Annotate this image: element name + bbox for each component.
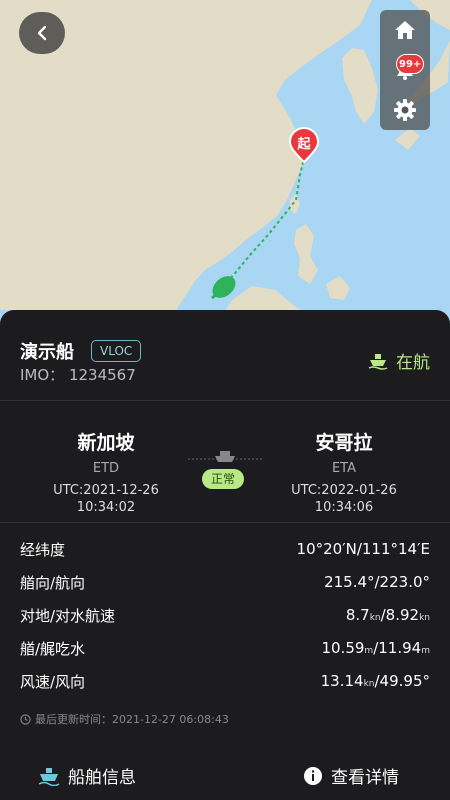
detail-row-speed: 对地/对水航速 8.7kn/8.92kn: [20, 601, 430, 629]
status-text: 在航: [396, 353, 430, 373]
detail-row-position: 经纬度 10°20′N/111°14′E: [20, 535, 430, 563]
ship-icon: [38, 767, 60, 786]
departure-code: ETD: [92, 461, 120, 476]
ship-info-button[interactable]: 船舶信息: [38, 763, 136, 788]
route-ship-icon: [215, 451, 235, 462]
wind-speed: 13.14: [320, 672, 364, 690]
clock-icon: [20, 713, 31, 725]
ship-panel: 演示船 VLOC IMO： 1234567 在航 新加坡 ETD UTC:202…: [0, 310, 450, 800]
gear-icon: [394, 99, 416, 121]
notification-badge: 99+: [396, 54, 425, 74]
detail-value: 10°20′N/111°14′E: [296, 540, 430, 558]
departure-clock: 10:34:02: [76, 500, 136, 515]
home-button[interactable]: [380, 10, 430, 50]
divider: [0, 522, 450, 523]
ship-name: 演示船: [20, 342, 74, 363]
speed-over-ground: 8.7: [345, 606, 370, 624]
detail-label: 对地/对水航速: [20, 606, 116, 625]
divider: [0, 400, 450, 401]
unit-label: kn: [419, 613, 430, 623]
detail-value: 10.59m/11.94m: [321, 639, 430, 657]
last-updated: 最后更新时间：2021-12-27 06:08:43: [20, 711, 229, 727]
detail-row-wind: 风速/风向 13.14kn/49.95°: [20, 667, 430, 695]
unit-label: kn: [363, 679, 375, 689]
unit-label: kn: [369, 613, 381, 623]
last-updated-text: 最后更新时间：2021-12-27 06:08:43: [35, 713, 229, 726]
detail-value: 215.4°/223.0°: [324, 573, 430, 591]
unit-label: m: [421, 646, 430, 656]
arrival-port-name: 安哥拉: [315, 432, 373, 454]
detail-label: 经纬度: [20, 540, 66, 559]
view-details-label: 查看详情: [331, 768, 399, 788]
departure-time: UTC:2021-12-26 10:34:02: [16, 482, 196, 516]
view-details-button[interactable]: 查看详情: [303, 763, 399, 788]
ship-info-label: 船舶信息: [68, 768, 136, 788]
arrival-time: UTC:2022-01-26 10:34:06: [254, 482, 434, 516]
stern-draft: 11.94: [378, 639, 422, 657]
detail-label: 风速/风向: [20, 672, 86, 691]
detail-value: 8.7kn/8.92kn: [346, 606, 430, 624]
detail-label: 艏向/航向: [20, 573, 86, 592]
start-marker-label: 起: [296, 136, 311, 152]
detail-label: 艏/艉吃水: [20, 639, 86, 658]
imo-number: IMO： 1234567: [20, 366, 136, 384]
arrival-date: UTC:2022-01-26: [291, 483, 397, 498]
bow-draft: 10.59: [321, 639, 365, 657]
speed-through-water: 8.92: [385, 606, 420, 624]
arrival-code: ETA: [331, 461, 357, 476]
info-icon: [304, 766, 322, 785]
ship-icon: [368, 353, 388, 370]
ship-type-tag: VLOC: [91, 340, 142, 362]
departure-port: 新加坡 ETD UTC:2021-12-26 10:34:02: [16, 428, 196, 516]
voyage-state-badge: 正常: [202, 469, 244, 489]
arrival-clock: 10:34:06: [314, 500, 374, 515]
unit-label: m: [364, 646, 374, 656]
settings-button[interactable]: [380, 90, 430, 130]
wind-direction: 49.95°: [379, 672, 430, 690]
arrival-port: 安哥拉 ETA UTC:2022-01-26 10:34:06: [254, 428, 434, 516]
back-button[interactable]: [19, 12, 65, 54]
navigation-status: 在航: [368, 348, 430, 373]
detail-value: 13.14kn/49.95°: [321, 672, 430, 690]
back-icon: [37, 25, 47, 41]
detail-row-draft: 艏/艉吃水 10.59m/11.94m: [20, 634, 430, 662]
home-icon: [395, 21, 415, 39]
departure-date: UTC:2021-12-26: [53, 483, 159, 498]
detail-row-heading: 艏向/航向 215.4°/223.0°: [20, 568, 430, 596]
departure-port-name: 新加坡: [77, 432, 135, 454]
